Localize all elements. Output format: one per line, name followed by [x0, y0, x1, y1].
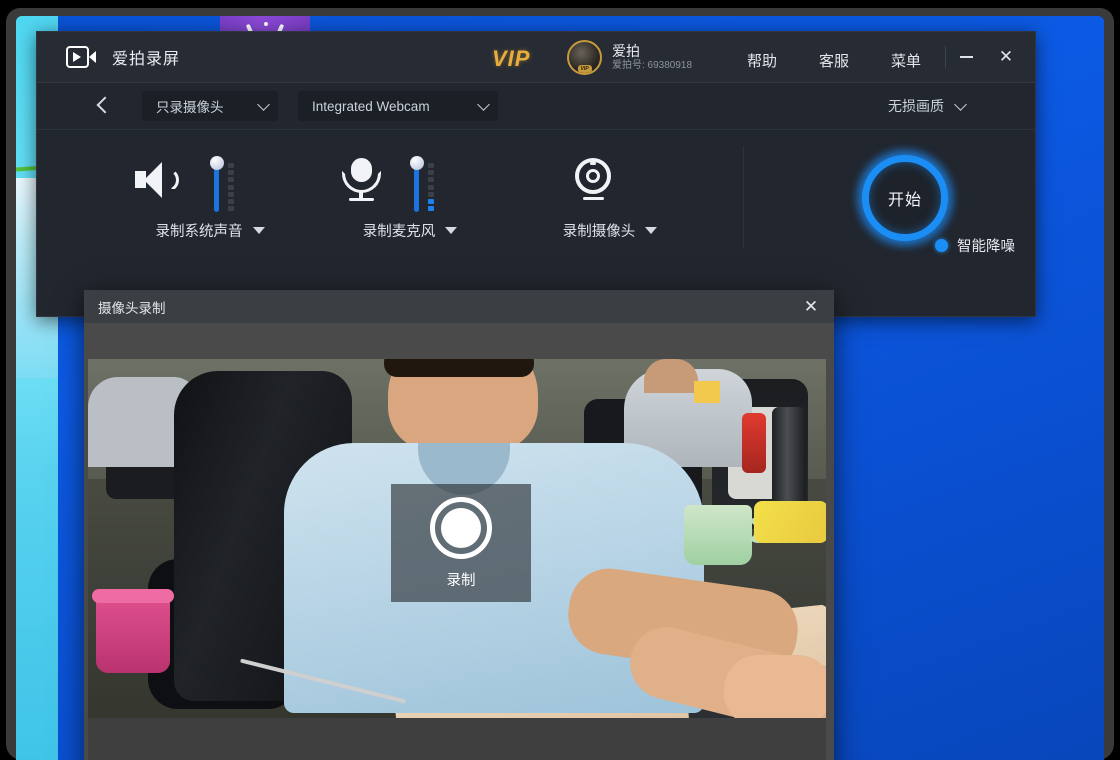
- microphone-volume-slider[interactable]: [410, 156, 441, 214]
- slider-knob[interactable]: [210, 156, 224, 170]
- menu-item-help[interactable]: 帮助: [747, 50, 777, 71]
- avatar[interactable]: VIP: [567, 40, 602, 75]
- control-system-audio: 录制系统声音: [115, 148, 305, 240]
- camera-dialog-footer: [88, 718, 826, 760]
- record-overlay-button[interactable]: 录制: [391, 484, 531, 602]
- record-label: 录制: [446, 572, 476, 589]
- app-title: 爱拍录屏: [112, 51, 181, 68]
- window-controls: ✕: [951, 44, 1021, 70]
- user-id: 爱拍号: 69380918: [612, 60, 693, 71]
- quality-dropdown-value: 无损画质: [888, 98, 944, 114]
- titlebar-divider: [945, 46, 946, 68]
- user-name: 爱拍: [612, 42, 640, 59]
- quality-dropdown[interactable]: 无损画质: [888, 91, 967, 121]
- user-profile[interactable]: VIP 爱拍 爱拍号: 69380918: [567, 40, 692, 75]
- controls-divider: [743, 146, 744, 248]
- camera-dialog-titlebar[interactable]: 摄像头录制 ✕: [84, 290, 834, 323]
- screen: 爱拍录屏 VIP VIP 爱拍 爱拍号: 69380918 帮助 客服 菜单 ✕…: [0, 0, 1120, 760]
- noise-reduction-radio[interactable]: [935, 239, 948, 252]
- start-button[interactable]: 开始: [862, 155, 948, 241]
- chevron-down-icon: [954, 97, 967, 111]
- control-label-microphone: 录制麦克风: [362, 224, 436, 240]
- camera-dialog-spacer: [84, 323, 834, 359]
- chevron-down-icon: [477, 97, 490, 111]
- noise-reduction-label: 智能降噪: [957, 239, 1015, 255]
- slider-knob[interactable]: [410, 156, 424, 170]
- webcam-preview[interactable]: 录制: [88, 359, 826, 718]
- controls-row: 录制系统声音 录制麦克风 录制摄像头 开始 智能降噪: [37, 130, 1035, 264]
- control-webcam: 录制摄像头: [515, 148, 705, 240]
- desktop-background: 爱拍录屏 VIP VIP 爱拍 爱拍号: 69380918 帮助 客服 菜单 ✕…: [16, 16, 1104, 760]
- minimize-button[interactable]: [951, 44, 981, 70]
- close-icon[interactable]: ✕: [800, 296, 822, 318]
- webcam-icon[interactable]: [573, 156, 615, 202]
- menu-links: 帮助 客服 菜单: [747, 50, 921, 71]
- control-microphone: 录制麦克风: [315, 148, 505, 240]
- toolbar: 只录摄像头 Integrated Webcam 无损画质: [37, 83, 1035, 130]
- app-logo-icon: [66, 46, 96, 68]
- noise-reduction-toggle[interactable]: 智能降噪: [935, 235, 1015, 256]
- back-button[interactable]: [93, 95, 113, 115]
- device-dropdown-value: Integrated Webcam: [312, 98, 430, 114]
- caret-down-icon[interactable]: [645, 227, 658, 234]
- control-label-system-audio: 录制系统声音: [155, 224, 243, 240]
- caret-down-icon[interactable]: [445, 227, 458, 234]
- minimize-icon: [959, 56, 973, 58]
- microphone-icon[interactable]: [341, 158, 383, 202]
- mode-dropdown-value: 只录摄像头: [156, 100, 224, 115]
- mode-dropdown[interactable]: 只录摄像头: [142, 91, 278, 121]
- record-circle-icon: [430, 496, 492, 559]
- chevron-down-icon: [257, 97, 270, 111]
- system-volume-slider[interactable]: [210, 156, 241, 214]
- menu-item-support[interactable]: 客服: [819, 50, 849, 71]
- app-window: 爱拍录屏 VIP VIP 爱拍 爱拍号: 69380918 帮助 客服 菜单 ✕…: [36, 31, 1036, 317]
- caret-down-icon[interactable]: [252, 227, 265, 234]
- microphone-level-meter: [428, 163, 435, 213]
- camera-recording-dialog: 摄像头录制 ✕ 录制: [84, 290, 834, 760]
- menu-item-menu[interactable]: 菜单: [891, 50, 921, 71]
- system-level-meter: [228, 163, 235, 213]
- vip-logo[interactable]: VIP: [492, 46, 530, 72]
- avatar-vip-badge: VIP: [577, 65, 592, 73]
- close-button[interactable]: ✕: [991, 44, 1021, 70]
- camera-dialog-title: 摄像头录制: [98, 300, 166, 316]
- device-dropdown[interactable]: Integrated Webcam: [298, 91, 498, 121]
- speaker-icon[interactable]: [135, 160, 181, 200]
- control-label-webcam: 录制摄像头: [562, 224, 636, 240]
- title-bar: 爱拍录屏 VIP VIP 爱拍 爱拍号: 69380918 帮助 客服 菜单 ✕: [37, 32, 1035, 83]
- start-button-label: 开始: [887, 192, 922, 209]
